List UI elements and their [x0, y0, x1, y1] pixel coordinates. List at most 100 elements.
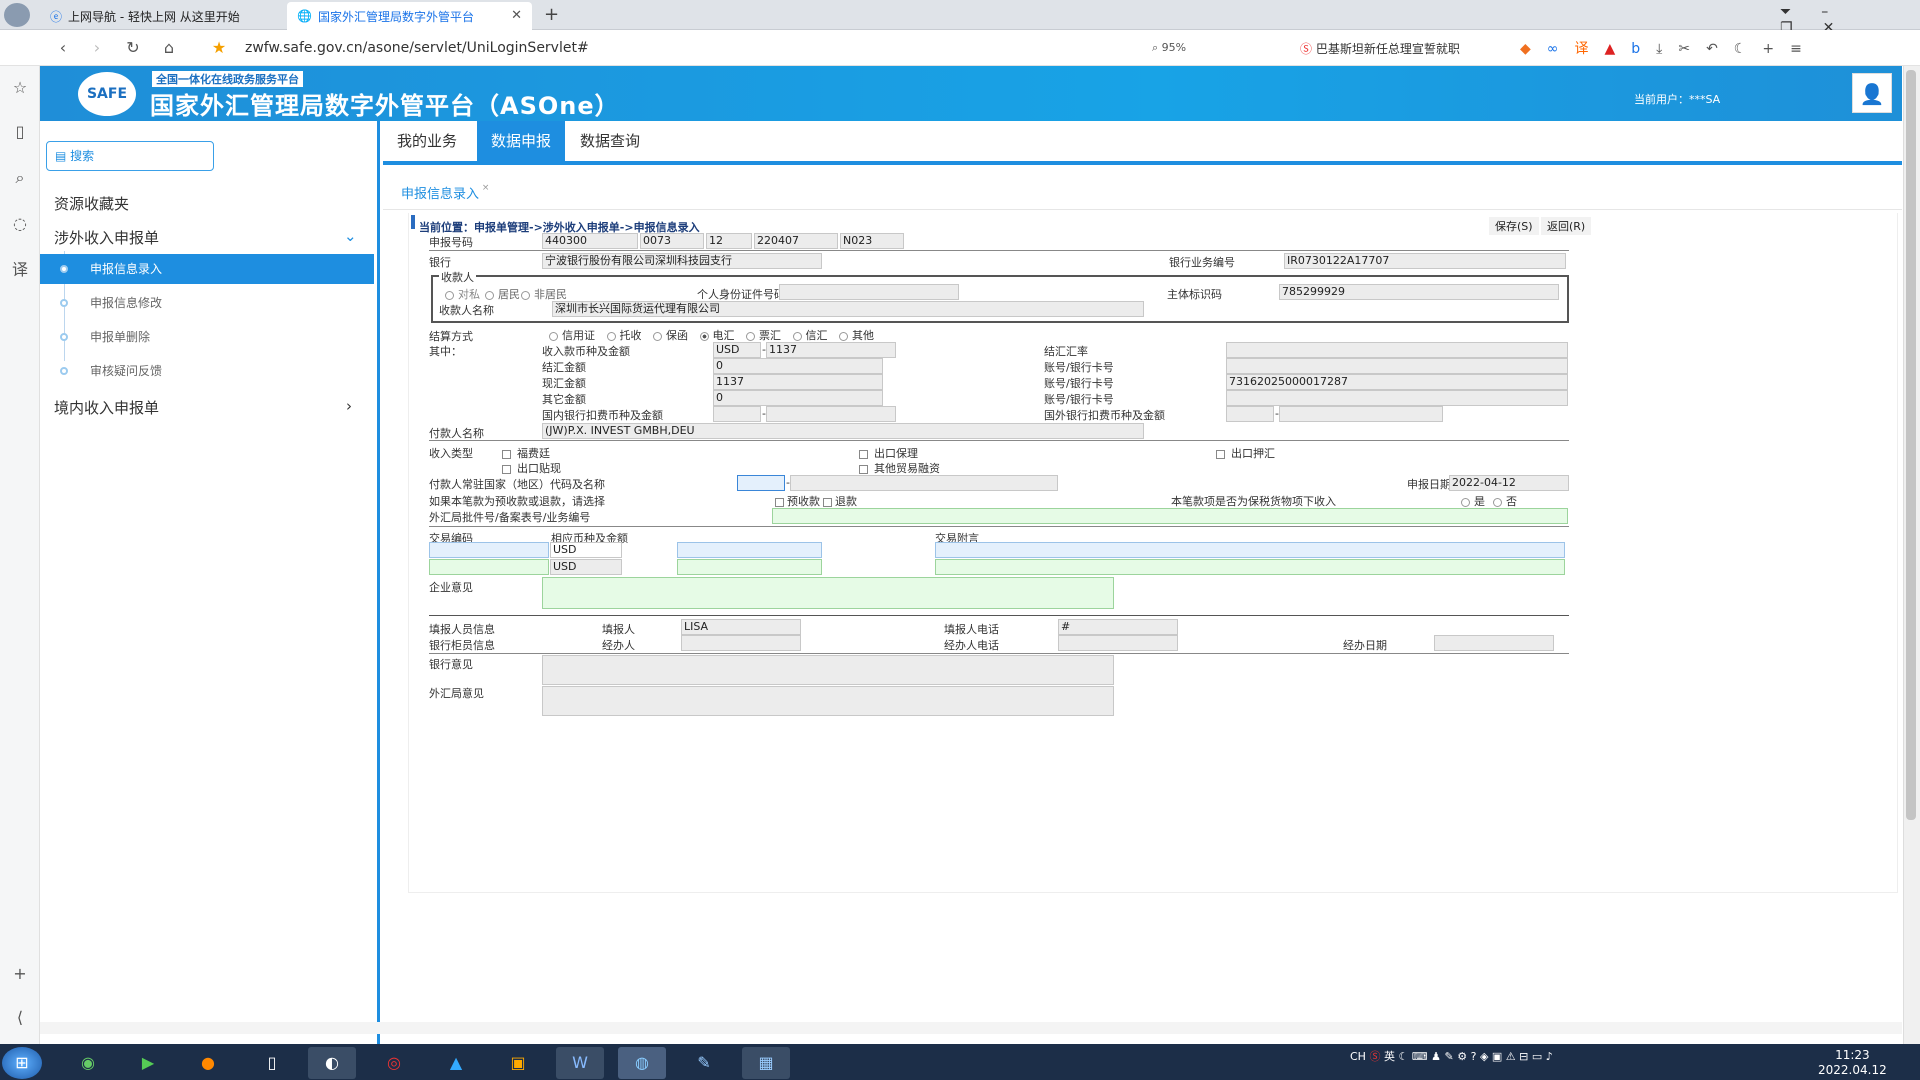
menu-icon[interactable]: ≡: [1790, 41, 1818, 57]
income-factoring[interactable]: 出口保理: [859, 445, 918, 461]
bonded-no[interactable]: 否: [1493, 493, 1517, 509]
account-field-1[interactable]: [1226, 358, 1568, 374]
payee-type-resident[interactable]: 居民: [485, 286, 520, 302]
settle-opt-mt[interactable]: 信汇: [792, 329, 828, 342]
forward-icon[interactable]: ›: [86, 38, 108, 58]
comment-field[interactable]: [542, 577, 1114, 609]
moon-icon[interactable]: ☾: [1734, 41, 1763, 57]
nav-item-feedback[interactable]: 审核疑问反馈: [40, 356, 374, 386]
search-icon[interactable]: ⌕: [8, 166, 32, 190]
nav-favorites[interactable]: 资源收藏夹: [54, 193, 129, 214]
favorites-icon[interactable]: ☆: [8, 76, 32, 100]
scissors-icon[interactable]: ✂: [1678, 41, 1706, 57]
account-field-2[interactable]: 73162025000017287: [1226, 374, 1568, 390]
settle-opt-dd[interactable]: 票汇: [746, 329, 781, 342]
handler-tel-field[interactable]: [1058, 635, 1178, 651]
chrome-icon[interactable]: ◎: [370, 1047, 418, 1079]
new-tab-icon[interactable]: +: [544, 4, 559, 25]
pen-app-icon[interactable]: ✎: [680, 1047, 728, 1079]
tx-note-2[interactable]: [935, 559, 1565, 575]
browser-avatar[interactable]: [4, 3, 30, 27]
zoom-level[interactable]: ⌕ 95%: [1152, 41, 1186, 55]
app-a-icon[interactable]: ▲: [432, 1047, 480, 1079]
dom-fee-amt[interactable]: [766, 406, 896, 422]
report-no-2[interactable]: 0073: [640, 233, 704, 249]
home-icon[interactable]: ⌂: [158, 38, 180, 58]
pin-icon[interactable]: ⏷: [1780, 4, 1821, 20]
bank-biz-field[interactable]: IR0730122A17707: [1284, 253, 1566, 269]
tab-navigation[interactable]: ⓔ 上网导航 - 轻快上网 从这里开始: [40, 2, 280, 30]
payer-field[interactable]: (JW)P.X. INVEST GMBH,DEU: [542, 423, 1144, 439]
tx-ccy-2[interactable]: USD: [550, 559, 622, 575]
lang-indicator[interactable]: CH: [1350, 1050, 1366, 1063]
country-code-field[interactable]: [737, 475, 785, 491]
tx-note-1[interactable]: [935, 542, 1565, 558]
nav-item-modify[interactable]: 申报信息修改: [40, 288, 374, 318]
settle-opt-tt[interactable]: 电汇: [699, 329, 735, 342]
subject-field[interactable]: 785299929: [1279, 284, 1559, 300]
tab-data-report[interactable]: 数据申报: [477, 121, 566, 161]
browser-active-icon[interactable]: ◍: [618, 1047, 666, 1079]
nav-group-foreign-income[interactable]: 涉外收入申报单 ⌄: [54, 227, 364, 248]
report-no-4[interactable]: 220407: [754, 233, 838, 249]
browser-360-icon[interactable]: ◉: [64, 1047, 112, 1079]
income-discount[interactable]: 出口贴现: [502, 460, 561, 476]
close-icon[interactable]: ✕: [511, 8, 522, 23]
remote-app-icon[interactable]: ▦: [742, 1047, 790, 1079]
prepay-refund[interactable]: 退款: [823, 493, 857, 509]
prepay-advance[interactable]: 预收款: [775, 493, 820, 509]
bus-app-icon[interactable]: ▣: [494, 1047, 542, 1079]
tx-amt-2[interactable]: [677, 559, 822, 575]
payee-type-nonresident[interactable]: 非居民: [521, 286, 567, 302]
report-no-1[interactable]: 440300: [542, 233, 638, 249]
bonded-yes[interactable]: 是: [1461, 493, 1485, 509]
back-icon[interactable]: ‹: [52, 38, 74, 58]
report-no-5[interactable]: N023: [840, 233, 904, 249]
settle-amt-field[interactable]: 0: [713, 358, 883, 374]
nav-item-entry[interactable]: 申报信息录入: [40, 254, 374, 284]
other-amt-field[interactable]: 0: [713, 390, 883, 406]
close-icon[interactable]: ×: [479, 183, 490, 193]
for-fee-amt[interactable]: [1279, 406, 1443, 422]
back-button[interactable]: 返回(R): [1541, 217, 1592, 235]
reload-icon[interactable]: ↻: [122, 38, 144, 58]
income-forfaiting[interactable]: 福费廷: [502, 445, 550, 461]
document-icon[interactable]: ▯: [248, 1047, 296, 1079]
payee-type-private[interactable]: 对私: [445, 286, 480, 302]
income-negotiation[interactable]: 出口押汇: [1216, 445, 1275, 461]
plus-icon[interactable]: +: [1762, 41, 1790, 57]
url-text[interactable]: zwfw.safe.gov.cn/asone/servlet/UniLoginS…: [245, 40, 589, 56]
subtab-entry[interactable]: 申报信息录入 ×: [401, 183, 489, 202]
spot-amt-field[interactable]: 1137: [713, 374, 883, 390]
tx-amt-1[interactable]: [677, 542, 822, 558]
search-input[interactable]: ▤ 搜索: [46, 141, 214, 171]
reading-icon[interactable]: ▯: [8, 120, 32, 144]
tab-my-business[interactable]: 我的业务: [383, 121, 471, 161]
minimize-icon[interactable]: –: [1821, 4, 1858, 20]
amount-field[interactable]: 1137: [766, 342, 896, 358]
fx-rate-field[interactable]: [1226, 342, 1568, 358]
currency-field[interactable]: USD: [713, 342, 761, 358]
settle-opt-other[interactable]: 其他: [839, 329, 874, 342]
pdf-icon[interactable]: ▲: [1604, 41, 1631, 57]
approval-field[interactable]: [772, 508, 1568, 524]
account-field-3[interactable]: [1226, 390, 1568, 406]
news-ticker[interactable]: Ⓢ 巴基斯坦新任总理宣誓就职: [1300, 40, 1460, 57]
bank-field[interactable]: 宁波银行股份有限公司深圳科技园支行: [542, 253, 822, 269]
filler-tel-field[interactable]: #: [1058, 619, 1178, 635]
payee-name-field[interactable]: 深圳市长兴国际货运代理有限公司: [552, 301, 1144, 317]
clock[interactable]: 11:23 2022.04.12: [1818, 1048, 1887, 1078]
handler-field[interactable]: [681, 635, 801, 651]
tray-icons[interactable]: ☾ ⌨ ♟ ✎ ⚙ ? ◈ ▣ ⚠ ⊟ ▭ ♪: [1398, 1050, 1552, 1063]
ime-indicator[interactable]: 英: [1384, 1050, 1395, 1063]
user-app-icon[interactable]: ◐: [308, 1047, 356, 1079]
id-field[interactable]: [779, 284, 959, 300]
for-fee-ccy[interactable]: [1226, 406, 1274, 422]
fx-comment-field[interactable]: [542, 686, 1114, 716]
word-icon[interactable]: W: [556, 1047, 604, 1079]
horizontal-scrollbar[interactable]: [40, 1022, 1902, 1034]
tab-data-query[interactable]: 数据查询: [566, 121, 654, 161]
translate-icon[interactable]: 译: [1574, 41, 1604, 57]
report-date-field[interactable]: 2022-04-12: [1449, 475, 1569, 491]
infinity-icon[interactable]: ∞: [1547, 41, 1575, 57]
